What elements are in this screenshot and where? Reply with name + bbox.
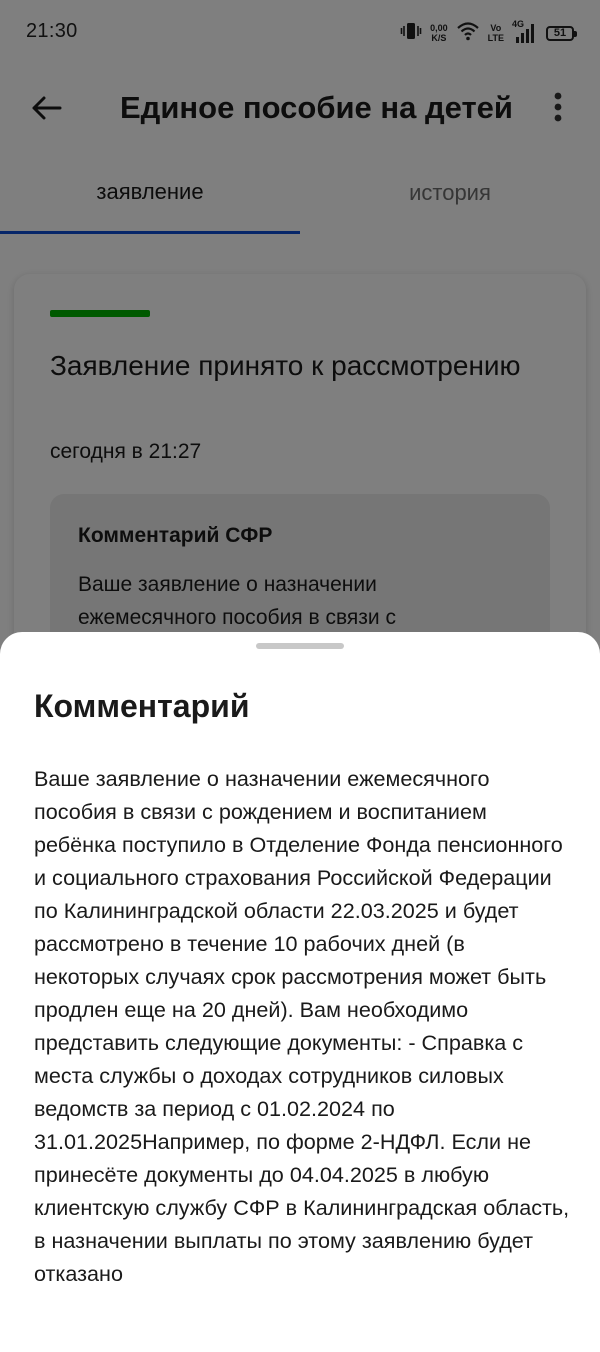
comment-bottom-sheet: Комментарий Ваше заявление о назначении …: [0, 632, 600, 1352]
sheet-comment-text: Ваше заявление о назначении ежемесячного…: [34, 766, 570, 1286]
drag-handle[interactable]: [256, 643, 344, 649]
app-screen: 21:30 0,00 K/S Vo: [0, 0, 600, 1352]
sheet-title: Комментарий: [34, 688, 250, 724]
